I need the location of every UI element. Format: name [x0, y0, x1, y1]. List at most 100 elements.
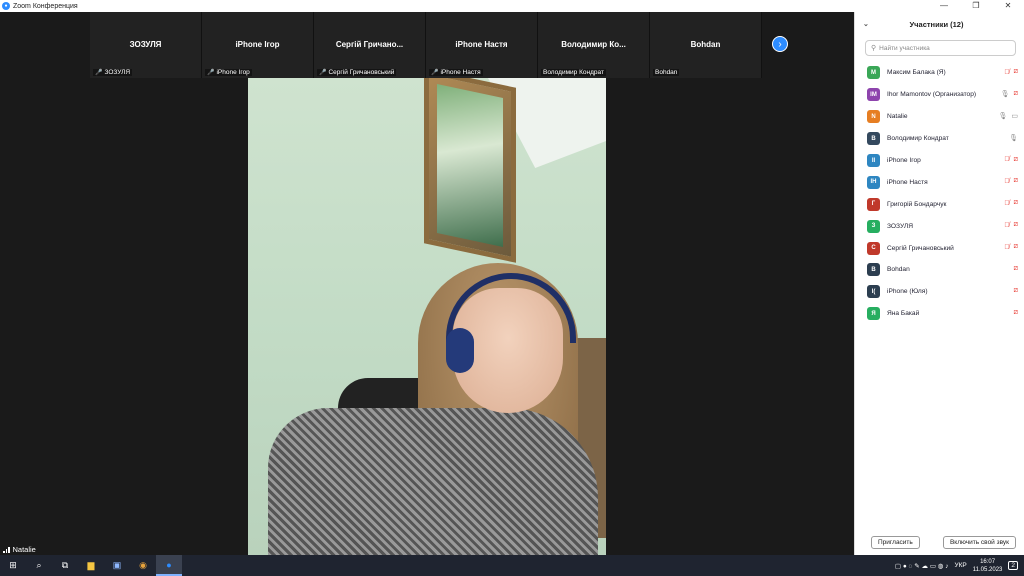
video-off-icon: ⧄: [1013, 68, 1018, 75]
tile-small-name: iPhone Ігор: [216, 69, 250, 76]
clock-date: 11.05.2023: [972, 566, 1003, 573]
tile-name: iPhone Настя: [455, 40, 508, 49]
participant-list: M Максим Балака (Я) 🎙̸ ⧄ IM Ihor Mamontov (Ор…: [855, 62, 1024, 325]
task-view-icon[interactable]: ⧉: [52, 555, 78, 576]
participant-status: 🎙̸ ⧄: [1004, 221, 1018, 229]
participant-row[interactable]: Г Григорій Бондарчук 🎙̸ ⧄: [855, 193, 1024, 215]
participant-avatar: I(: [867, 285, 880, 299]
tile-small-name: Володимир Кондрат: [543, 69, 604, 76]
video-headphone: [446, 328, 474, 373]
participant-name: Григорій Бондарчук: [887, 200, 947, 208]
video-icon: ▭: [1011, 112, 1018, 120]
next-page-button[interactable]: ›: [772, 36, 788, 52]
file-explorer-icon[interactable]: ▆: [78, 555, 104, 576]
participant-avatar: N: [867, 110, 880, 124]
participants-panel: ⌄ Участники (12) ⚲ MМаксим Балака (Я)🎙̸⧄…: [854, 12, 1024, 555]
video-tile[interactable]: iPhone Настя 🎤 iPhone Настя: [426, 12, 538, 78]
participant-avatar: Г: [867, 197, 880, 211]
save-app-icon[interactable]: ▣: [104, 555, 130, 576]
participant-status: 🎙̸ ⧄: [1004, 199, 1018, 207]
self-view-label: Natalie: [3, 545, 36, 554]
participant-avatar: З: [867, 219, 880, 233]
participant-row[interactable]: N Natalie 🎙 ▭: [855, 106, 1024, 128]
tile-label: 🎤 iPhone Ігор: [205, 69, 252, 76]
taskbar: ⊞ ⌕ ⧉ ▆ ▣ ◉ ● ▢ ● ◌ ✎ ☁ ▭ ◍ ♪ УКР 16:07 …: [0, 555, 1024, 576]
participant-avatar: С: [867, 241, 880, 255]
clock-time: 16:07: [980, 558, 996, 565]
mic-off-icon: 🎙̸: [1004, 177, 1010, 185]
notification-badge[interactable]: 2: [1008, 561, 1018, 570]
chrome-icon[interactable]: ◉: [130, 555, 156, 576]
participant-row[interactable]: B Bohdan ⧄: [855, 259, 1024, 281]
participant-name: Яна Бакай: [887, 310, 920, 318]
participant-name: iPhone Ігор: [887, 157, 921, 164]
mic-off-icon: 🎙̸: [1004, 243, 1010, 251]
search-icon: ⚲: [871, 45, 877, 52]
close-button[interactable]: ✕: [992, 0, 1024, 12]
tray-icons[interactable]: ▢ ● ◌ ✎ ☁ ▭ ◍ ♪: [895, 562, 949, 570]
system-tray: ▢ ● ◌ ✎ ☁ ▭ ◍ ♪ УКР 16:07 11.05.2023 2: [895, 555, 1024, 576]
unmute-self-button[interactable]: Включить свой звук: [942, 536, 1016, 549]
video-off-icon: ⧄: [1013, 221, 1018, 229]
participant-avatar: Я: [867, 307, 880, 321]
participant-status: 🎙̸ ⧄: [1004, 243, 1018, 251]
window-title: Zoom Конференция: [13, 2, 78, 10]
windows-start-icon[interactable]: ⊞: [0, 555, 26, 576]
participant-row[interactable]: В Володимир Кондрат 🎙: [855, 128, 1024, 150]
video-off-icon: ⧄: [1013, 199, 1018, 207]
participant-avatar: II: [867, 154, 880, 167]
self-view-name: Natalie: [12, 545, 36, 554]
video-tile[interactable]: Сергій Гричано... 🎤 Сергій Гричановський: [314, 12, 426, 78]
tile-label: 🎤 iPhone Настя: [429, 69, 483, 76]
video-off-icon: ⧄: [1013, 177, 1018, 185]
participant-row[interactable]: Я Яна Бакай ⧄: [855, 303, 1024, 325]
participant-row[interactable]: M Максим Балака (Я) 🎙̸ ⧄: [855, 62, 1024, 84]
participant-row[interactable]: З ЗОЗУЛЯ 🎙̸ ⧄: [855, 215, 1024, 237]
minimize-button[interactable]: —: [928, 0, 960, 12]
video-tile[interactable]: ЗОЗУЛЯ 🎤 ЗОЗУЛЯ: [90, 12, 202, 78]
invite-button[interactable]: Пригласить: [871, 536, 920, 549]
video-painting: [424, 78, 516, 263]
mic-icon: 🎙: [998, 112, 1008, 120]
participant-name: Володимир Кондрат: [887, 135, 949, 143]
participant-avatar: M: [867, 66, 880, 80]
participant-status: 🎙: [1009, 134, 1018, 142]
participant-search[interactable]: ⚲: [865, 40, 1016, 56]
tile-name: Bohdan: [690, 40, 721, 49]
participant-row[interactable]: II iPhone Ігор 🎙̸ ⧄: [855, 150, 1024, 172]
tile-small-name: Bohdan: [655, 69, 678, 76]
mic-off-icon: 🎙̸: [1004, 68, 1010, 76]
panel-header: ⌄ Участники (12): [855, 12, 1024, 36]
participant-row[interactable]: IM Ihor Mamontov (Организатор) 🎙 ⧄: [855, 84, 1024, 106]
tile-label: Bohdan: [653, 69, 680, 76]
video-tile[interactable]: Bohdan Bohdan: [650, 12, 762, 78]
zoom-logo-icon: ●: [2, 2, 10, 10]
maximize-button[interactable]: ❐: [960, 0, 992, 12]
video-tile[interactable]: iPhone Ігор 🎤 iPhone Ігор: [202, 12, 314, 78]
active-speaker-video: [248, 78, 606, 555]
language-indicator[interactable]: УКР: [955, 562, 967, 569]
video-off-icon: ⧄: [1013, 286, 1018, 294]
video-off-icon: ⧄: [1013, 243, 1018, 251]
zoom-taskbar-icon[interactable]: ●: [156, 555, 182, 576]
participant-name: Максим Балака (Я): [887, 69, 946, 77]
participant-status: 🎙̸ ⧄: [1004, 156, 1018, 164]
participant-avatar: B: [867, 263, 880, 277]
search-icon[interactable]: ⌕: [26, 555, 52, 576]
participant-status: ⧄: [1014, 287, 1018, 295]
participant-status: 🎙̸ ⧄: [1004, 68, 1018, 76]
participant-row[interactable]: С Сергій Гричановський 🎙̸ ⧄: [855, 237, 1024, 259]
tile-small-name: ЗОЗУЛЯ: [104, 69, 131, 76]
search-input[interactable]: [879, 44, 1000, 52]
participant-row[interactable]: IН iPhone Настя 🎙̸ ⧄: [855, 171, 1024, 193]
participant-name: Bohdan: [887, 266, 910, 274]
video-tile[interactable]: Володимир Ко... Володимир Кондрат: [538, 12, 650, 78]
title-bar: ● Zoom Конференция — ❐ ✕: [0, 0, 1024, 12]
video-off-icon: ⧄: [1013, 89, 1018, 97]
clock[interactable]: 16:07 11.05.2023: [973, 558, 1003, 574]
mic-icon: 🎙: [1000, 90, 1010, 98]
mic-off-icon: 🎙̸: [1004, 199, 1010, 207]
participant-row[interactable]: I(iPhone (Юля) ⧄: [855, 281, 1024, 303]
mic-off-icon: 🎤: [95, 70, 103, 76]
participant-status: ⧄: [1014, 309, 1018, 317]
